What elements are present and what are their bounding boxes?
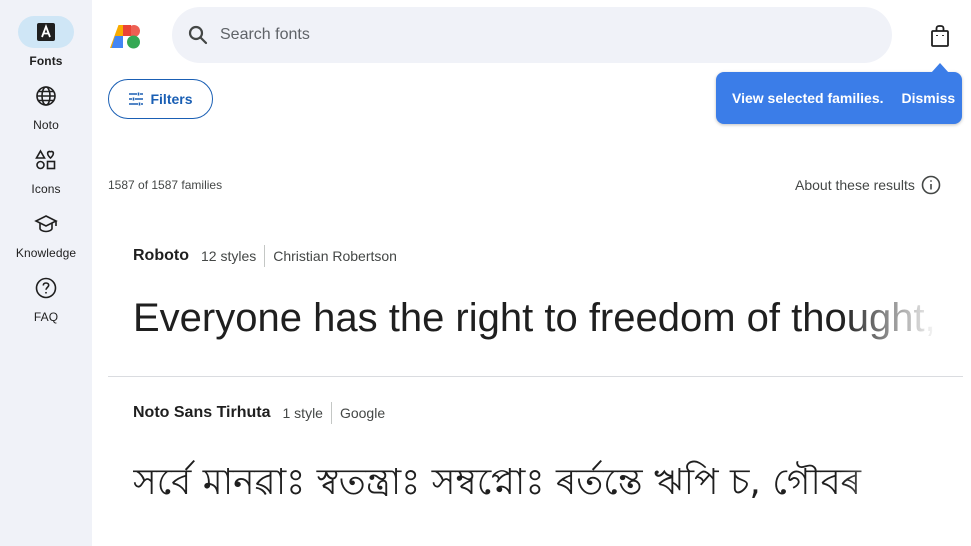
designer-name: Google <box>339 405 386 421</box>
sidebar-nav: Fonts Noto Icons Knowledge FAQ <box>0 0 92 546</box>
tooltip-message[interactable]: View selected families. <box>732 90 884 106</box>
nav-pill <box>18 272 74 304</box>
sidebar-item-label: Noto <box>33 118 59 132</box>
sidebar-item-fonts[interactable]: Fonts <box>0 16 92 68</box>
sidebar-item-label: FAQ <box>33 310 59 324</box>
school-icon <box>34 213 58 235</box>
search-input[interactable] <box>220 26 820 44</box>
sidebar-item-label: Fonts <box>29 54 63 68</box>
dismiss-button[interactable]: Dismiss <box>902 90 956 106</box>
font-sample-text[interactable]: সর্বে মানৱাঃ স্বতন্ত্রাঃ সম্বপ্নোঃ ৰর্তন… <box>133 455 938 515</box>
tune-icon <box>129 92 144 106</box>
about-results-label: About these results <box>795 177 915 193</box>
google-fonts-logo[interactable] <box>109 23 141 49</box>
font-card-roboto[interactable]: Roboto 12 styles Christian Robertson Eve… <box>108 236 963 376</box>
family-name[interactable]: Noto Sans Tirhuta <box>133 404 271 422</box>
family-name[interactable]: Roboto <box>133 247 189 265</box>
nav-pill <box>18 16 74 48</box>
nav-pill <box>18 80 74 112</box>
designer-name: Christian Robertson <box>273 248 397 264</box>
filters-label: Filters <box>150 91 193 107</box>
nav-pill <box>18 144 74 176</box>
shapes-icon <box>35 149 57 171</box>
font-icon <box>36 22 56 42</box>
shopping-bag-icon[interactable] <box>926 22 954 50</box>
selected-families-tooltip: View selected families. Dismiss <box>716 63 962 124</box>
sidebar-item-icons[interactable]: Icons <box>0 144 92 196</box>
results-count: 1587 of 1587 families <box>108 178 223 192</box>
help-icon <box>35 277 57 299</box>
sidebar-item-knowledge[interactable]: Knowledge <box>0 208 92 260</box>
styles-count: 12 styles <box>201 245 266 267</box>
sidebar-item-label: Icons <box>31 182 61 196</box>
sidebar-item-faq[interactable]: FAQ <box>0 272 92 324</box>
search-bar[interactable] <box>172 7 892 63</box>
globe-icon <box>35 85 57 107</box>
card-divider <box>108 376 963 377</box>
sidebar-item-label: Knowledge <box>15 246 77 260</box>
font-card-meta: Noto Sans Tirhuta 1 style Google <box>133 402 385 424</box>
nav-pill <box>18 208 74 240</box>
font-card-meta: Roboto 12 styles Christian Robertson <box>133 245 397 267</box>
sidebar-item-noto[interactable]: Noto <box>0 80 92 132</box>
font-sample-text[interactable]: Everyone has the right to freedom of tho… <box>133 296 938 341</box>
info-icon <box>921 175 941 195</box>
about-results-button[interactable]: About these results <box>795 175 941 195</box>
search-icon <box>188 25 208 45</box>
filters-button[interactable]: Filters <box>108 79 213 119</box>
styles-count: 1 style <box>283 402 332 424</box>
font-card-noto-sans-tirhuta[interactable]: Noto Sans Tirhuta 1 style Google সর্বে ম… <box>108 393 963 546</box>
